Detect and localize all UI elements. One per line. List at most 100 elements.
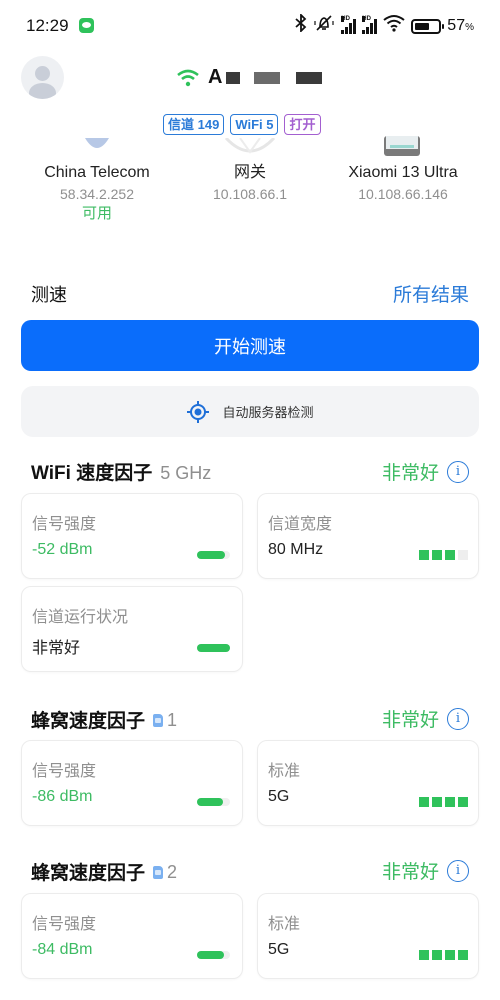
info-icon[interactable]: i [447,707,469,730]
battery-level: 57 [447,17,466,34]
device-name: China Telecom [44,164,150,181]
status-bar: 12:29 HD HD 57% [0,0,500,52]
card-value: -86 dBm [32,788,93,805]
signal-level-bar [197,798,230,806]
channel-health-card: 信道运行状况 非常好 [21,586,243,672]
cellular-factor-status: 非常好 i [382,705,469,732]
signal-level-bar [197,951,230,959]
device-isp[interactable]: China Telecom 58.34.2.252 可用 [17,160,177,226]
globe-icon [85,138,109,148]
redacted-block [226,71,241,84]
network-standard-level [419,950,468,960]
level-block [445,950,455,960]
sim-number: 1 [167,710,178,730]
level-block [458,550,468,560]
info-icon[interactable]: i [447,460,469,483]
speedtest-label: 测速 [31,285,67,305]
ssid-text: A [208,66,223,88]
phone-icon [384,136,420,156]
signal-strength-card: 信号强度 -84 dBm [21,893,243,979]
factor-status-text: 非常好 [381,862,439,883]
card-value: 80 MHz [268,541,324,558]
level-fill [197,798,224,806]
network-standard-card: 标准 5G [257,740,479,826]
cellular-signal-icon: HD [362,16,378,34]
device-ip: 58.34.2.252 [60,186,134,202]
bluetooth-icon [295,12,307,38]
wifi-icon [383,14,405,38]
status-time: 12:29 [26,16,69,35]
level-block [445,550,455,560]
status-icons: HD HD 57% [295,12,474,38]
network-standard-card: 标准 5G [257,893,479,979]
auto-server-label: 自动服务器检测 [222,405,314,420]
level-block [458,950,468,960]
wifi-factor-title: WiFi 速度因子 5 GHz [31,458,211,485]
card-label: 信道宽度 [268,516,333,533]
user-avatar-icon[interactable] [21,56,64,99]
card-value: 5G [268,788,290,805]
auto-server-detect-button[interactable]: 自动服务器检测 [21,386,479,437]
device-phone[interactable]: Xiaomi 13 Ultra 10.108.66.146 [323,160,483,202]
signal-level-bar [197,551,230,559]
cellular-factor-title: 蜂窝速度因子 1 [31,706,177,733]
sim-indicator: 2 [153,862,177,883]
info-icon[interactable]: i [447,859,469,882]
sim-indicator: 1 [153,710,177,731]
channel-width-level [419,550,468,560]
card-label: 信号强度 [32,916,97,933]
card-label: 信道运行状况 [32,609,129,626]
cellular-factor-status: 非常好 i [382,857,469,884]
card-value: -84 dBm [32,941,93,958]
redacted-block [296,71,323,84]
factor-status-text: 非常好 [381,710,439,731]
card-label: 标准 [268,916,301,933]
signal-strength-card: 信号强度 -52 dBm [21,493,243,579]
card-value: 5G [268,941,290,958]
factor-title-text: WiFi 速度因子 [31,463,153,484]
battery-percent: 57% [447,17,474,35]
wifi-factor-status: 非常好 i [382,458,469,485]
card-value: -52 dBm [32,541,93,558]
network-badges: 信道 149 WiFi 5 打开 [163,114,321,135]
signal-strength-card: 信号强度 -86 dBm [21,740,243,826]
cellular-factor-title: 蜂窝速度因子 2 [31,858,177,885]
cellular-signal-icon: HD [341,16,357,34]
device-ip: 10.108.66.146 [358,186,448,202]
all-results-link[interactable]: 所有结果 [393,280,469,307]
level-fill [197,551,226,559]
level-fill [197,951,225,959]
level-block [432,550,442,560]
start-speedtest-button[interactable]: 开始测速 [21,320,479,371]
card-value: 非常好 [32,640,81,657]
factor-title-text: 蜂窝速度因子 [31,711,146,732]
channel-width-card: 信道宽度 80 MHz [257,493,479,579]
level-block [432,797,442,807]
card-label: 信号强度 [32,516,97,533]
level-block [419,950,429,960]
level-block [458,797,468,807]
card-label: 标准 [268,763,301,780]
locate-icon [187,400,210,423]
channel-badge: 信道 149 [163,114,225,135]
network-standard-level [419,797,468,807]
network-name-row: A [176,66,323,89]
sim-card-icon [153,714,164,727]
mute-icon [313,14,335,38]
level-fill [197,644,230,652]
battery-icon [411,18,445,34]
wifi-standard-badge: WiFi 5 [230,114,279,135]
card-label: 信号强度 [32,763,97,780]
sim-card-icon [153,866,164,879]
security-badge: 打开 [284,114,321,135]
channel-health-bar [197,644,230,652]
battery-unit: % [465,22,474,33]
wifi-icon [176,69,200,87]
device-name: 网关 [233,164,266,181]
wifi-band: 5 GHz [160,463,212,483]
factor-status-text: 非常好 [381,463,439,484]
device-ip: 10.108.66.1 [213,186,287,202]
factor-title-text: 蜂窝速度因子 [31,863,146,884]
level-block [419,797,429,807]
device-gateway[interactable]: 网关 10.108.66.1 [170,160,330,202]
